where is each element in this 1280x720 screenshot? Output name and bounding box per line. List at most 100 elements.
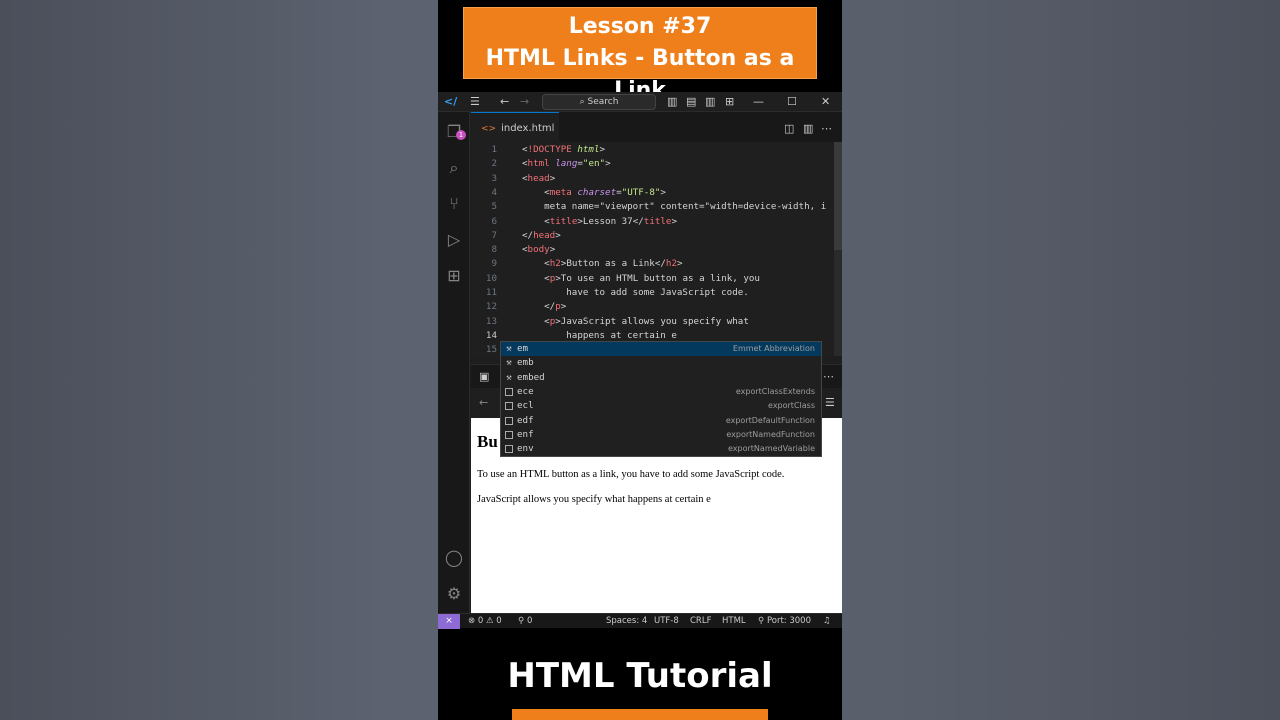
suggest-detail: exportClass bbox=[768, 401, 815, 411]
preview-paragraph-1: To use an HTML button as a link, you hav… bbox=[477, 469, 785, 480]
code-line[interactable]: 10 <p>To use an HTML button as a link, y… bbox=[471, 272, 842, 286]
suggest-detail: exportNamedVariable bbox=[728, 444, 815, 454]
line-code: </head> bbox=[522, 229, 561, 241]
customize-layout-icon[interactable]: ⊞ bbox=[725, 94, 734, 110]
suggest-item[interactable]: edf exportDefaultFunction bbox=[501, 414, 821, 428]
preview-paragraph-2: JavaScript allows you specify what happe… bbox=[477, 494, 711, 505]
language-status[interactable]: HTML bbox=[722, 614, 746, 628]
vscode-window: </ ☰ ← → ⌕ Search ▥ ▤ ▥ ⊞ — ☐ ✕ ❐ 1 ⌕ ⑂ … bbox=[438, 92, 842, 629]
panel-more-icon[interactable]: ⋯ bbox=[823, 370, 834, 383]
code-line[interactable]: 5 meta name="viewport" content="width=de… bbox=[471, 200, 842, 214]
ports-count: 0 bbox=[526, 616, 533, 626]
snippet-icon bbox=[505, 402, 513, 411]
code-line[interactable]: 1 <!DOCTYPE html> bbox=[471, 143, 842, 157]
preview-back-icon[interactable]: ← bbox=[479, 396, 488, 409]
suggest-item[interactable]: env exportNamedVariable bbox=[501, 442, 821, 456]
line-code: <p>To use an HTML button as a link, you bbox=[544, 272, 760, 284]
wrench-icon: ⚒ bbox=[506, 344, 512, 354]
warning-icon: ⚠ bbox=[485, 616, 494, 626]
toggle-secondary-sidebar-icon[interactable]: ▥ bbox=[705, 94, 715, 110]
warning-count: 0 bbox=[496, 616, 502, 626]
suggest-label: embed bbox=[517, 371, 545, 383]
title-bar: </ ☰ ← → ⌕ Search ▥ ▤ ▥ ⊞ — ☐ ✕ bbox=[438, 92, 842, 112]
scrollbar-thumb[interactable] bbox=[834, 142, 842, 250]
tab-index-html[interactable]: <> index.html bbox=[471, 112, 559, 163]
snippet-icon bbox=[505, 387, 513, 396]
suggest-label: env bbox=[517, 443, 534, 455]
eol-status[interactable]: CRLF bbox=[690, 614, 711, 628]
suggest-item[interactable]: ⚒ em Emmet Abbreviation bbox=[501, 342, 821, 356]
extensions-icon[interactable]: ⊞ bbox=[444, 266, 464, 286]
editor-tab-bar: <> index.html ◫ ▥ ⋯ bbox=[471, 112, 842, 163]
accounts-icon[interactable]: ◯ bbox=[444, 548, 464, 568]
line-number: 11 bbox=[485, 287, 497, 298]
code-line[interactable]: 13 <p>JavaScript allows you specify what bbox=[471, 315, 842, 329]
open-preview-icon[interactable]: ◫ bbox=[784, 122, 794, 135]
preview-heading: Bu bbox=[477, 432, 498, 451]
editor-scrollbar[interactable] bbox=[834, 142, 842, 356]
more-actions-icon[interactable]: ⋯ bbox=[821, 122, 832, 135]
line-code: meta name="viewport" content="width=devi… bbox=[544, 201, 827, 213]
suggest-item[interactable]: ecl exportClass bbox=[501, 399, 821, 413]
code-line[interactable]: 8 <body> bbox=[471, 243, 842, 257]
search-icon[interactable]: ⌕ bbox=[444, 158, 464, 178]
line-number: 12 bbox=[485, 301, 497, 313]
source-control-icon[interactable]: ⑂ bbox=[444, 194, 464, 214]
code-line[interactable]: 12 </p> bbox=[471, 300, 842, 314]
close-icon[interactable]: ✕ bbox=[821, 94, 830, 110]
minimize-icon[interactable]: — bbox=[753, 94, 764, 110]
line-code: <p>JavaScript allows you specify what bbox=[544, 315, 749, 327]
line-number: 2 bbox=[491, 158, 497, 170]
remote-indicator-icon[interactable]: ⨯ bbox=[438, 614, 460, 629]
activity-bar: ❐ 1 ⌕ ⑂ ▷ ⊞ ◯ ⚙ bbox=[438, 112, 470, 613]
ports-status[interactable]: ⚲ 0 bbox=[518, 614, 532, 628]
command-center-search[interactable]: ⌕ Search bbox=[542, 94, 656, 110]
code-line[interactable]: 9 <h2>Button as a Link</h2> bbox=[471, 257, 842, 271]
lesson-banner: Lesson #37 HTML Links - Button as a Link bbox=[463, 7, 817, 103]
manage-gear-icon[interactable]: ⚙ bbox=[444, 584, 464, 604]
lesson-number: Lesson #37 bbox=[568, 14, 712, 39]
encoding-status[interactable]: UTF-8 bbox=[654, 614, 679, 628]
broadcast-icon: ⚲ bbox=[758, 616, 765, 626]
problems-status[interactable]: ⊗ 0 ⚠ 0 bbox=[468, 614, 502, 628]
maximize-icon[interactable]: ☐ bbox=[787, 94, 797, 110]
toggle-sidebar-icon[interactable]: ▥ bbox=[667, 94, 677, 110]
line-code: <body> bbox=[522, 244, 556, 256]
suggest-label: em bbox=[517, 343, 529, 354]
run-debug-icon[interactable]: ▷ bbox=[444, 230, 464, 250]
wrench-icon: ⚒ bbox=[506, 358, 512, 369]
error-icon: ⊗ bbox=[468, 616, 476, 626]
back-arrow-icon[interactable]: ← bbox=[500, 94, 509, 110]
preview-menu-icon[interactable]: ☰ bbox=[825, 396, 835, 409]
indentation-status[interactable]: Spaces: 4 bbox=[606, 614, 647, 628]
suggest-detail: exportClassExtends bbox=[735, 386, 815, 396]
explorer-icon[interactable]: ❐ 1 bbox=[444, 122, 466, 142]
port-label: Port: 3000 bbox=[766, 616, 811, 626]
suggest-item[interactable]: ⚒ embed bbox=[501, 371, 821, 385]
split-editor-icon[interactable]: ▥ bbox=[803, 122, 813, 135]
video-frame: Lesson #37 HTML Links - Button as a Link… bbox=[438, 0, 842, 720]
code-line[interactable]: 3 <head> bbox=[471, 172, 842, 186]
preview-tab-icon[interactable]: ▣ bbox=[479, 370, 489, 383]
line-code: <html lang="en"> bbox=[522, 158, 611, 170]
menu-icon[interactable]: ☰ bbox=[470, 94, 480, 110]
line-code: </p> bbox=[544, 301, 567, 313]
code-line[interactable]: 4 <meta charset="UTF-8"> bbox=[471, 186, 842, 200]
forward-arrow-icon[interactable]: → bbox=[520, 94, 529, 110]
code-line[interactable]: 2 <html lang="en"> bbox=[471, 157, 842, 171]
toggle-panel-icon[interactable]: ▤ bbox=[686, 94, 696, 110]
suggest-detail: Emmet Abbreviation bbox=[732, 344, 815, 353]
code-editor[interactable]: 1 <!DOCTYPE html> 2 <html lang="en"> 3 <head>… bbox=[471, 142, 842, 356]
suggest-item[interactable]: ⚒ emb bbox=[501, 356, 821, 370]
suggest-item[interactable]: ece exportClassExtends bbox=[501, 385, 821, 399]
notifications-bell-icon[interactable]: ♫ bbox=[823, 614, 831, 628]
line-code: <!DOCTYPE html> bbox=[522, 144, 606, 155]
code-line[interactable]: 11 have to add some JavaScript code. bbox=[471, 286, 842, 300]
suggest-label: edf bbox=[517, 414, 534, 426]
code-line[interactable]: 7 </head> bbox=[471, 229, 842, 243]
tab-filename: index.html bbox=[501, 123, 555, 134]
footer-title: HTML Tutorial bbox=[507, 656, 773, 696]
live-server-port-status[interactable]: ⚲ Port: 3000 bbox=[758, 614, 811, 628]
code-line[interactable]: 6 <title>Lesson 37</title> bbox=[471, 215, 842, 229]
suggest-item[interactable]: enf exportNamedFunction bbox=[501, 428, 821, 442]
